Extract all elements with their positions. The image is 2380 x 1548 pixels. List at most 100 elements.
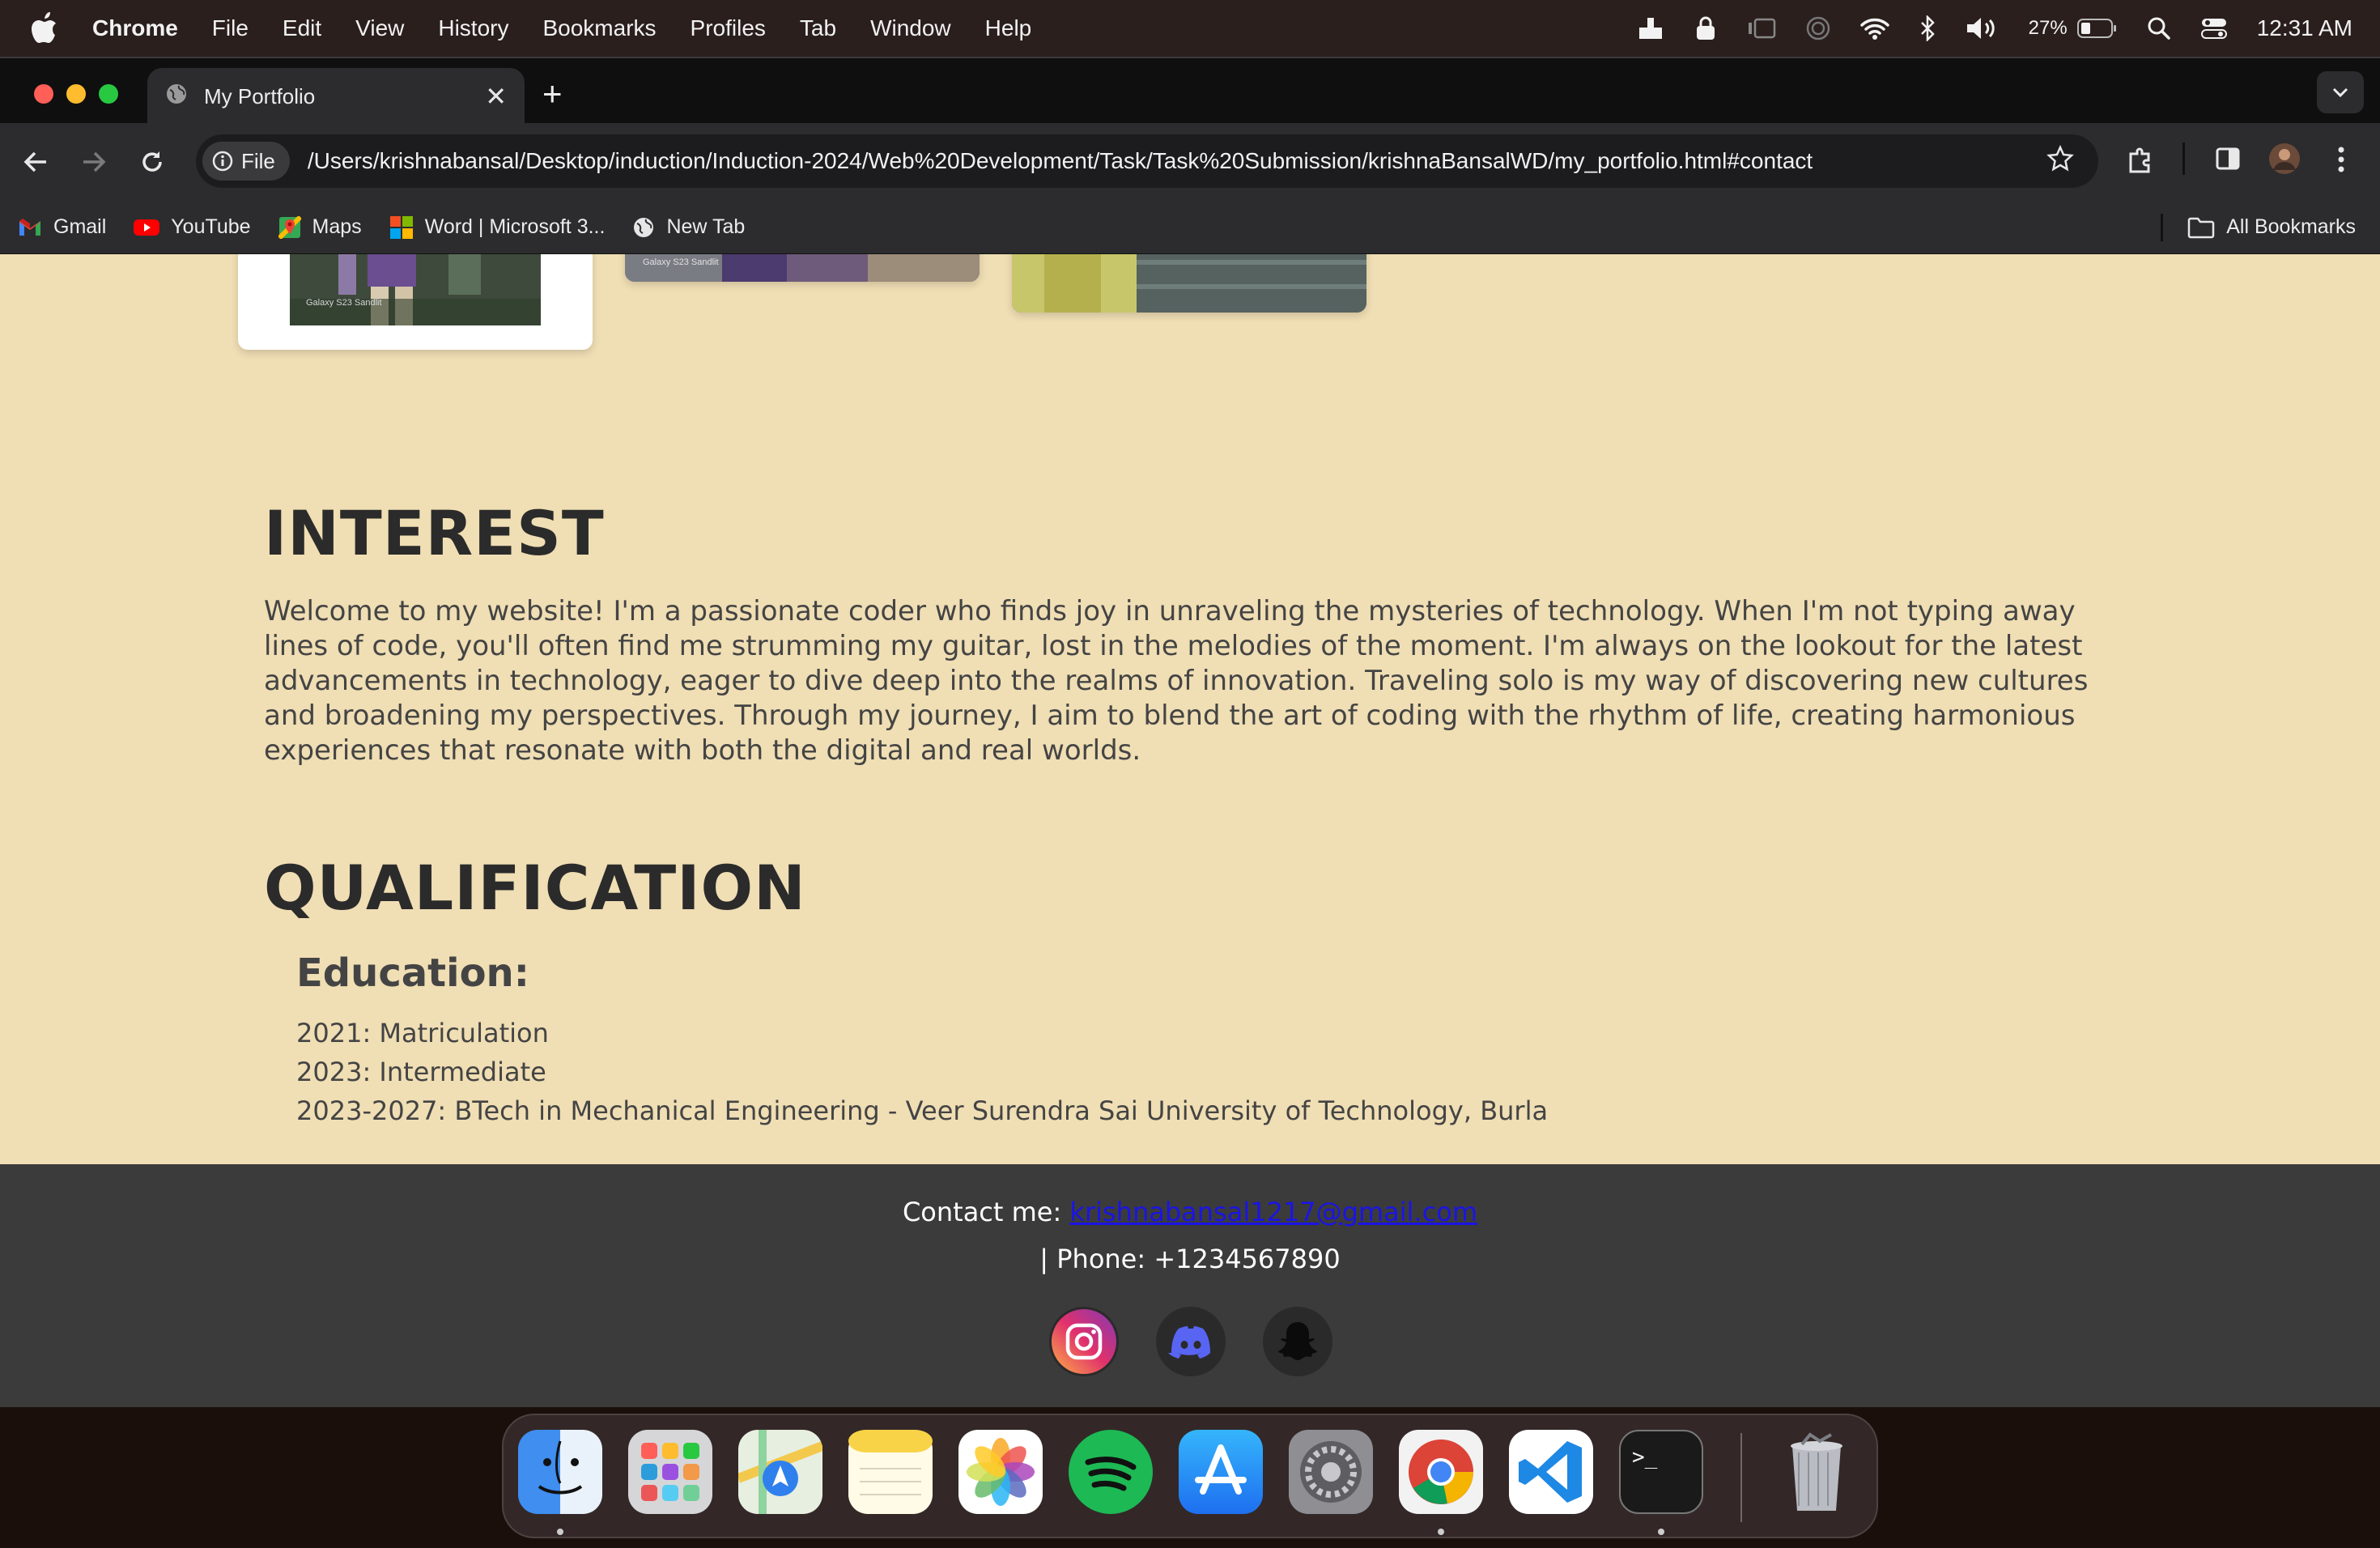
bookmark-new-tab[interactable]: New Tab <box>632 215 745 239</box>
education-item: 2023: Intermediate <box>296 1057 546 1087</box>
battery-icon[interactable] <box>2076 18 2118 39</box>
airdrop-icon[interactable] <box>1805 15 1831 41</box>
gallery-card[interactable] <box>1012 254 1366 313</box>
trash-app-icon[interactable] <box>1774 1430 1859 1514</box>
address-bar[interactable]: File /Users/krishnabansal/Desktop/induct… <box>196 134 2098 188</box>
bookmark-star-icon[interactable] <box>2046 144 2074 178</box>
chrome-app-icon[interactable] <box>1399 1430 1483 1514</box>
stage-manager-icon[interactable] <box>1747 17 1776 40</box>
volume-icon[interactable] <box>1966 16 2000 40</box>
terminal-app-icon[interactable]: >_ <box>1619 1430 1703 1514</box>
social-links <box>1049 1307 1332 1376</box>
spotlight-search-icon[interactable] <box>2147 16 2171 40</box>
menu-view[interactable]: View <box>355 15 404 41</box>
bookmark-gmail[interactable]: Gmail <box>18 215 106 239</box>
all-bookmarks-button[interactable]: All Bookmarks <box>2187 215 2356 239</box>
bookmark-word[interactable]: Word | Microsoft 3... <box>389 215 606 240</box>
running-indicator <box>1658 1529 1664 1535</box>
dock-divider <box>1740 1433 1742 1522</box>
page-footer: Contact me: krishnabansal1217@gmail.com … <box>0 1164 2380 1407</box>
all-bookmarks-label: All Bookmarks <box>2226 215 2356 238</box>
bookmark-label: Maps <box>312 215 362 238</box>
menu-help[interactable]: Help <box>985 15 1032 41</box>
menu-bar-clock[interactable]: 12:31 AM <box>2257 15 2352 41</box>
photos-app-icon[interactable] <box>958 1430 1043 1514</box>
snapchat-link[interactable] <box>1263 1307 1332 1376</box>
lock-status-icon[interactable] <box>1694 15 1718 41</box>
profile-avatar[interactable] <box>2268 142 2301 179</box>
chevron-down-icon <box>2332 87 2348 98</box>
discord-icon <box>1158 1309 1223 1374</box>
menu-file[interactable]: File <box>212 15 249 41</box>
upload-status-icon[interactable] <box>1637 16 1664 40</box>
phone-line: | Phone: +1234567890 <box>1039 1244 1341 1274</box>
back-arrow-icon[interactable] <box>19 146 52 178</box>
menu-app-name[interactable]: Chrome <box>92 15 178 41</box>
qualification-heading: QUALIFICATION <box>264 852 806 924</box>
system-settings-app-icon[interactable] <box>1289 1430 1373 1514</box>
interest-heading: INTEREST <box>264 497 605 569</box>
app-store-app-icon[interactable] <box>1179 1430 1263 1514</box>
education-item: 2021: Matriculation <box>296 1018 549 1048</box>
menu-window[interactable]: Window <box>870 15 951 41</box>
photo-watermark: Galaxy S23 Sandlit <box>643 257 719 267</box>
window-close-button[interactable] <box>34 84 53 104</box>
chrome-toolbar: File /Users/krishnabansal/Desktop/induct… <box>0 123 2380 201</box>
tab-my-portfolio[interactable]: My Portfolio ✕ <box>147 68 525 125</box>
chrome-menu-icon[interactable] <box>2336 146 2346 177</box>
notes-app-icon[interactable] <box>848 1430 933 1514</box>
extensions-puzzle-icon[interactable] <box>2126 146 2155 179</box>
info-icon <box>212 151 233 172</box>
forward-arrow-icon[interactable] <box>78 146 110 178</box>
launchpad-app-icon[interactable] <box>628 1430 712 1514</box>
chrome-tab-strip: My Portfolio ✕ + <box>0 57 2380 125</box>
discord-link[interactable] <box>1156 1307 1226 1376</box>
menu-profiles[interactable]: Profiles <box>691 15 766 41</box>
gallery-photo <box>1012 254 1366 313</box>
tab-close-icon[interactable]: ✕ <box>485 81 507 112</box>
battery-percent[interactable]: 27% <box>2029 17 2068 40</box>
reload-icon[interactable] <box>136 146 168 178</box>
apple-logo-icon[interactable] <box>31 12 58 45</box>
window-minimize-button[interactable] <box>66 84 86 104</box>
site-info-chip[interactable]: File <box>202 142 290 181</box>
bookmark-maps[interactable]: Maps <box>278 215 362 239</box>
bookmark-label: Word | Microsoft 3... <box>424 215 606 238</box>
bookmarks-divider <box>2161 213 2164 241</box>
tab-search-button[interactable] <box>2317 71 2364 113</box>
spotify-app-icon[interactable] <box>1069 1430 1153 1514</box>
email-link[interactable]: krishnabansal1217@gmail.com <box>1069 1197 1477 1227</box>
tab-title: My Portfolio <box>204 83 316 108</box>
menu-edit[interactable]: Edit <box>283 15 321 41</box>
bookmarks-bar: Gmail YouTube Maps Word | Microsoft 3...… <box>0 201 2380 254</box>
globe-icon <box>165 83 188 111</box>
gallery-card[interactable]: Galaxy S23 Sandlit <box>625 254 980 282</box>
bookmark-label: Gmail <box>53 215 107 238</box>
menu-history[interactable]: History <box>438 15 508 41</box>
menu-bookmarks[interactable]: Bookmarks <box>542 15 656 41</box>
site-info-label: File <box>241 148 275 173</box>
vscode-app-icon[interactable] <box>1509 1430 1593 1514</box>
bluetooth-icon[interactable] <box>1919 15 1936 41</box>
contact-line: Contact me: krishnabansal1217@gmail.com <box>0 1197 2380 1227</box>
window-zoom-button[interactable] <box>99 84 118 104</box>
finder-app-icon[interactable] <box>518 1430 602 1514</box>
youtube-icon <box>134 218 160 237</box>
macos-menu-bar: Chrome File Edit View History Bookmarks … <box>0 0 2380 57</box>
snapchat-icon <box>1265 1309 1330 1374</box>
new-tab-button[interactable]: + <box>542 77 563 111</box>
bookmark-label: New Tab <box>666 215 746 238</box>
instagram-link[interactable] <box>1049 1307 1119 1376</box>
svg-text:>_: >_ <box>1632 1445 1658 1469</box>
control-center-icon[interactable] <box>2200 16 2228 40</box>
bookmark-youtube[interactable]: YouTube <box>134 215 251 239</box>
maps-app-icon[interactable] <box>736 1430 825 1514</box>
gallery-card[interactable]: Galaxy S23 Sandlit <box>238 254 593 350</box>
macos-dock: >_ <box>502 1414 1878 1538</box>
wifi-icon[interactable] <box>1859 17 1889 40</box>
education-heading: Education: <box>296 950 529 996</box>
menu-tab[interactable]: Tab <box>800 15 836 41</box>
side-panel-icon[interactable] <box>2215 146 2241 176</box>
page-viewport: Galaxy S23 Sandlit Galaxy S23 Sandlit IN… <box>0 254 2380 1407</box>
url-text[interactable]: /Users/krishnabansal/Desktop/induction/I… <box>308 148 1813 174</box>
